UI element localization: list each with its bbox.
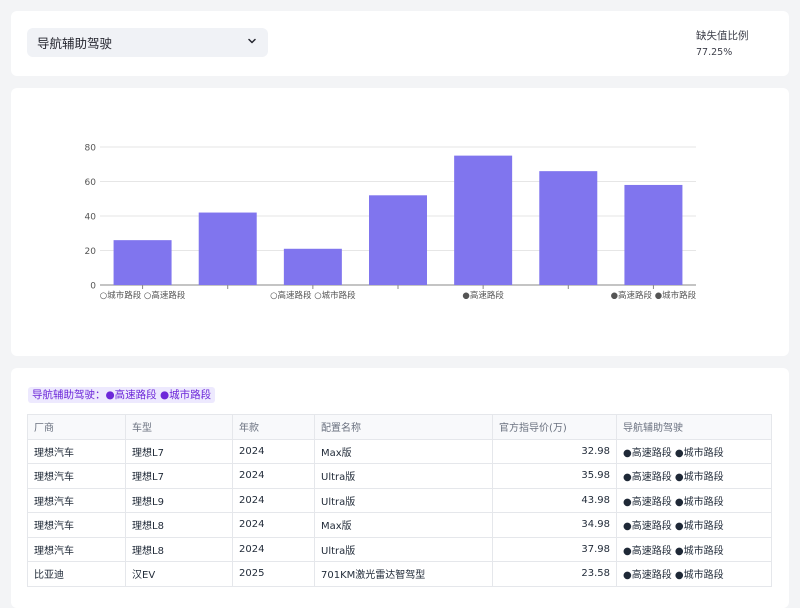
- table-cell: Ultra版: [314, 487, 493, 513]
- table-cell: ●高速路段 ●城市路段: [616, 438, 772, 464]
- y-tick-label: 20: [85, 247, 97, 257]
- filter-tag: 导航辅助驾驶：●高速路段 ●城市路段: [28, 387, 216, 403]
- table-cell: 35.98: [492, 463, 617, 489]
- table-cell: 2025: [232, 561, 315, 587]
- table-cell: 理想L8: [125, 536, 233, 562]
- column-header[interactable]: 官方指导价(万): [492, 414, 617, 440]
- table-cell: ●高速路段 ●城市路段: [616, 512, 772, 538]
- data-table: 厂商 车型 年款 配置名称 官方指导价(万) 导航辅助驾驶 理想汽车 理想L7 2024 Max…: [27, 414, 772, 587]
- missing-ratio-metric: 缺失值比例 77.25%: [696, 28, 749, 58]
- table-cell: Max版: [314, 512, 493, 538]
- table-row[interactable]: 比亚迪 汉EV 2025 701KM激光雷达智驾型 23.58 ●高速路段 ●城市路段: [27, 561, 772, 587]
- table-cell: 比亚迪: [27, 561, 126, 587]
- chart-bar: [454, 155, 513, 285]
- y-tick-label: 60: [85, 178, 97, 188]
- table-cell: 2024: [232, 487, 315, 513]
- column-header[interactable]: 厂商: [27, 414, 126, 440]
- chart-bar: [369, 195, 427, 285]
- y-tick-label: 80: [85, 144, 97, 154]
- table-row[interactable]: 理想汽车 理想L8 2024 Ultra版 37.98 ●高速路段 ●城市路段: [27, 536, 772, 562]
- chart-bar: [283, 248, 342, 285]
- chart-bar: [539, 171, 598, 285]
- table-cell: 32.98: [492, 438, 617, 464]
- table-cell: 理想L7: [125, 438, 233, 464]
- table-cell: 2024: [232, 512, 315, 538]
- table-cell: Ultra版: [314, 463, 493, 489]
- chart-card: 0 20 40 60 80 ○城市路段 ○高速路段 ○高速路段 ○城市路段 ●高速路段 ●高速路…: [11, 88, 789, 356]
- table-cell: ●高速路段 ●城市路段: [616, 487, 772, 513]
- table-cell: Ultra版: [314, 536, 493, 562]
- chart-bar: [624, 184, 683, 285]
- table-cell: 汉EV: [125, 561, 233, 587]
- bar-chart: 0 20 40 60 80 ○城市路段 ○高速路段 ○高速路段 ○城市路段 ●高速路段 ●高速路…: [85, 144, 697, 302]
- column-header[interactable]: 年款: [232, 414, 315, 440]
- table-cell: 理想汽车: [27, 463, 126, 489]
- table-cell: ●高速路段 ●城市路段: [616, 536, 772, 562]
- table-row[interactable]: 理想汽车 理想L7 2024 Ultra版 35.98 ●高速路段 ●城市路段: [27, 463, 772, 489]
- table-cell: 理想汽车: [27, 487, 126, 513]
- feature-select[interactable]: 导航辅助驾驶: [27, 28, 268, 57]
- table-cell: 34.98: [492, 512, 617, 538]
- y-tick-label: 0: [90, 282, 96, 292]
- metric-value: 77.25%: [696, 47, 733, 58]
- table-cell: 理想汽车: [27, 512, 126, 538]
- table-cell: 37.98: [492, 536, 617, 562]
- table-cell: 理想L7: [125, 463, 233, 489]
- table-cell: 理想汽车: [27, 536, 126, 562]
- table-cell: Max版: [314, 438, 493, 464]
- column-header[interactable]: 配置名称: [314, 414, 493, 440]
- chevron-down-icon: [248, 38, 256, 44]
- table-row[interactable]: 理想汽车 理想L9 2024 Ultra版 43.98 ●高速路段 ●城市路段: [27, 487, 772, 513]
- table-cell: ●高速路段 ●城市路段: [616, 561, 772, 587]
- column-header[interactable]: 导航辅助驾驶: [616, 414, 772, 440]
- chart-bar: [113, 240, 172, 285]
- table-cell: 701KM激光雷达智驾型: [314, 561, 493, 587]
- table-row[interactable]: 理想汽车 理想L7 2024 Max版 32.98 ●高速路段 ●城市路段: [27, 438, 772, 464]
- table-header-row: 厂商 车型 年款 配置名称 官方指导价(万) 导航辅助驾驶: [27, 414, 772, 440]
- table-cell: 理想汽车: [27, 438, 126, 464]
- table-cell: 理想L8: [125, 512, 233, 538]
- table-cell: 23.58: [492, 561, 617, 587]
- column-header[interactable]: 车型: [125, 414, 233, 440]
- table-cell: 理想L9: [125, 487, 233, 513]
- table-cell: 43.98: [492, 487, 617, 513]
- table-cell: 2024: [232, 438, 315, 464]
- x-tick-label: ●高速路段: [462, 290, 504, 301]
- x-tick-label: ○城市路段 ○高速路段: [100, 290, 186, 301]
- chart-bar: [198, 212, 257, 285]
- filter-card: 导航辅助驾驶 缺失值比例 77.25%: [11, 11, 789, 76]
- metric-label: 缺失值比例: [696, 30, 749, 42]
- table-card: 导航辅助驾驶：●高速路段 ●城市路段 厂商 车型 年款 配置名称 官方指导价(万) 导航辅…: [11, 368, 789, 608]
- x-tick-label: ○高速路段 ○城市路段: [270, 290, 356, 301]
- table-row[interactable]: 理想汽车 理想L8 2024 Max版 34.98 ●高速路段 ●城市路段: [27, 512, 772, 538]
- table-cell: 2024: [232, 536, 315, 562]
- table-cell: 2024: [232, 463, 315, 489]
- x-tick-label: ●高速路段 ●城市路段: [611, 290, 697, 301]
- feature-select-value: 导航辅助驾驶: [37, 36, 113, 51]
- table-cell: ●高速路段 ●城市路段: [616, 463, 772, 489]
- y-tick-label: 40: [85, 213, 97, 223]
